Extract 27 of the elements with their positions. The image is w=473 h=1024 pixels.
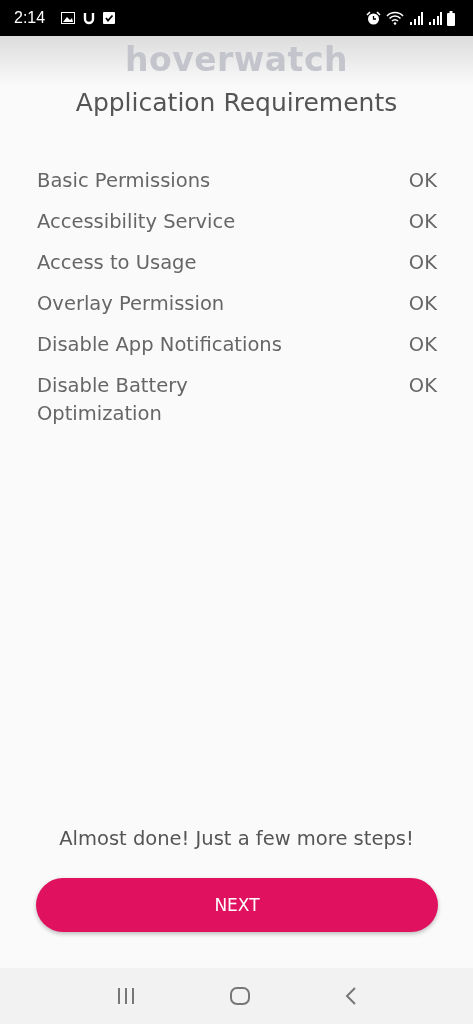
- signal-icon: [428, 11, 442, 25]
- battery-icon: [447, 10, 455, 26]
- requirement-name: Accessibility Service: [37, 209, 236, 235]
- requirement-name: Basic Permissions: [37, 168, 211, 194]
- wifi-icon: [386, 11, 404, 25]
- progress-message: Almost done! Just a few more steps!: [58, 827, 415, 850]
- requirement-status: OK: [408, 168, 437, 194]
- requirement-name: Access to Usage: [37, 250, 197, 276]
- page-title: Application Requirements: [75, 88, 398, 118]
- next-button[interactable]: NEXT: [36, 878, 438, 932]
- requirement-status: OK: [408, 373, 437, 399]
- image-icon: [61, 12, 76, 24]
- requirement-status: OK: [408, 209, 437, 235]
- requirement-name: Overlay Permission: [37, 291, 225, 317]
- checkbox-icon: [103, 12, 116, 24]
- requirement-name: Disable App Notifications: [37, 332, 282, 358]
- requirement-name: Disable Battery Optimization: [37, 373, 189, 427]
- requirement-status: OK: [408, 250, 437, 276]
- status-time: 2:14: [14, 9, 46, 27]
- back-icon[interactable]: [344, 987, 357, 1005]
- signal-icon: [409, 11, 423, 25]
- recent-apps-icon[interactable]: [116, 988, 135, 1004]
- alarm-icon: [366, 10, 381, 26]
- home-icon[interactable]: [229, 987, 250, 1005]
- requirement-status: OK: [408, 332, 437, 358]
- magnet-icon: [83, 11, 96, 25]
- requirement-status: OK: [408, 291, 437, 317]
